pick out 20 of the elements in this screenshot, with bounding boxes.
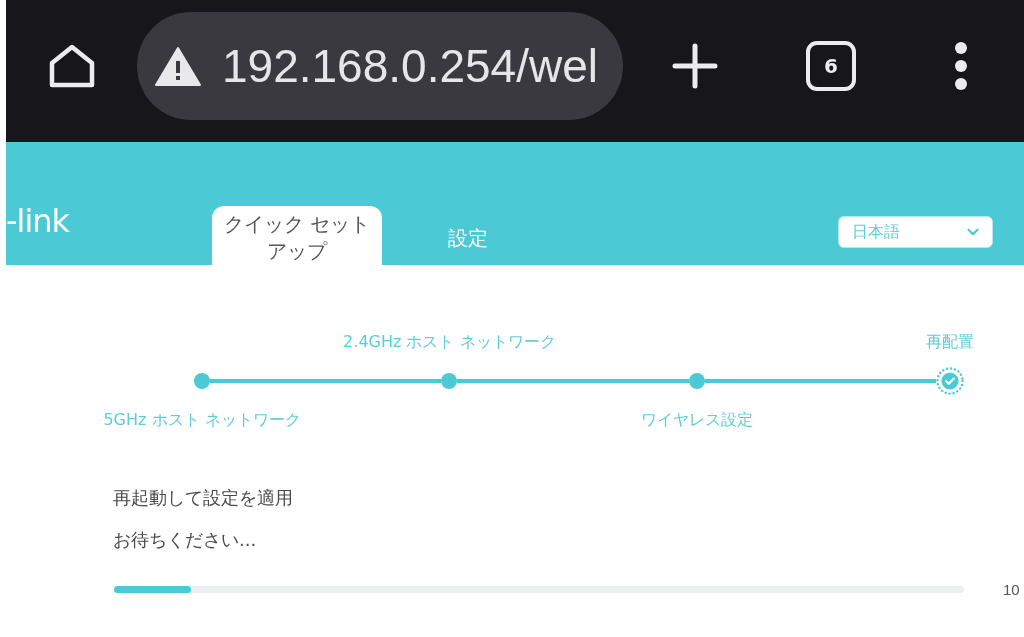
status-message: お待ちください... bbox=[113, 529, 257, 551]
step-label: ワイヤレス設定 bbox=[640, 410, 753, 430]
step-dot-icon bbox=[194, 373, 210, 389]
step-dot-icon bbox=[441, 373, 458, 389]
check-circle-icon bbox=[936, 367, 964, 395]
tab-switcher-button[interactable]: 6 bbox=[806, 41, 856, 91]
nav-tab[interactable]: クイック セットアップ bbox=[212, 206, 382, 265]
step-label: 2.4GHz ホスト ネットワーク bbox=[343, 332, 556, 352]
progress-percent: 10 bbox=[1003, 580, 1020, 598]
step-dot-icon bbox=[688, 373, 705, 389]
chevron-down-icon bbox=[967, 228, 979, 236]
logo: -link bbox=[6, 205, 70, 237]
step-label: 再配置 bbox=[926, 332, 974, 352]
address-field[interactable]: 192.168.0.254/wel bbox=[137, 12, 623, 120]
menu-icon[interactable] bbox=[954, 42, 968, 90]
plus-icon[interactable] bbox=[672, 43, 718, 89]
home-icon[interactable] bbox=[48, 43, 96, 89]
status-title: 再起動して設定を適用 bbox=[113, 487, 293, 509]
warning-icon[interactable] bbox=[155, 46, 201, 86]
step-label: 5GHz ホスト ネットワーク bbox=[103, 410, 301, 430]
